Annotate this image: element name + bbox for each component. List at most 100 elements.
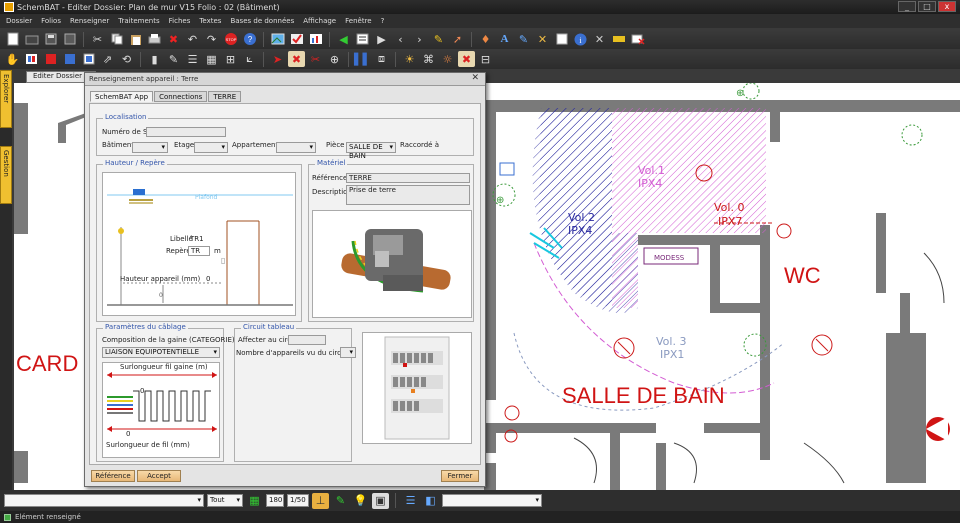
erase-icon[interactable] (629, 31, 646, 47)
tab-connections[interactable]: Connections (154, 91, 208, 102)
menu-dossier[interactable]: Dossier (6, 17, 32, 25)
paste-icon[interactable] (127, 31, 144, 47)
tab-schembat-app[interactable]: SchemBAT App (90, 91, 154, 102)
piece-select[interactable]: SALLE DE BAIN (346, 142, 396, 160)
split-icon[interactable]: ⊟ (477, 51, 494, 67)
camera-icon[interactable]: ▣ (372, 492, 389, 509)
gestion-tab[interactable]: Gestion (0, 146, 12, 204)
prev-icon[interactable]: ‹ (392, 31, 409, 47)
list-view-icon[interactable]: ☰ (184, 51, 201, 67)
menu-fenetre[interactable]: Fenêtre (345, 17, 371, 25)
affecter-field[interactable] (288, 335, 326, 345)
bulb-icon[interactable]: 💡 (352, 493, 369, 509)
chart-icon[interactable] (307, 31, 324, 47)
batiment-select[interactable] (132, 142, 168, 153)
split-icon[interactable]: ✖ (458, 51, 475, 67)
grid-toggle-icon[interactable]: ▦ (246, 493, 263, 509)
split-icon[interactable]: ☼ (439, 51, 456, 67)
cursor-icon[interactable]: ▮ (146, 51, 163, 67)
menu-affichage[interactable]: Affichage (303, 17, 336, 25)
module-icon[interactable] (80, 51, 97, 67)
save-icon[interactable] (42, 31, 59, 47)
scale-field[interactable]: 1/50 (287, 494, 309, 507)
zoom-field[interactable]: 180 (266, 494, 284, 507)
print-icon[interactable] (146, 31, 163, 47)
layer-combo[interactable] (4, 494, 204, 507)
palette-icon[interactable]: ◧ (422, 493, 439, 509)
filter-combo[interactable]: Tout (207, 494, 243, 507)
menu-folios[interactable]: Folios (41, 17, 61, 25)
etage-select[interactable] (194, 142, 228, 153)
align-icon[interactable]: ⊥ (312, 492, 329, 509)
help-icon[interactable]: ? (241, 31, 258, 47)
nombre-select[interactable] (340, 347, 356, 358)
image-icon[interactable] (269, 31, 286, 47)
book-icon[interactable] (42, 51, 59, 67)
table-icon[interactable]: ⊞ (222, 51, 239, 67)
info-icon[interactable]: i (572, 31, 589, 47)
menu-fiches[interactable]: Fiches (169, 17, 191, 25)
description-field[interactable]: Prise de terre (346, 185, 470, 205)
split-icon[interactable]: ☀ (401, 51, 418, 67)
save-all-icon[interactable] (61, 31, 78, 47)
tool-icon[interactable]: ✎ (430, 31, 447, 47)
menu-bases[interactable]: Bases de données (230, 17, 294, 25)
flag-icon[interactable]: ▌▌ (354, 51, 371, 67)
clear-icon[interactable]: ⧈ (373, 51, 390, 67)
grid-icon[interactable]: ▦ (203, 51, 220, 67)
reference-button[interactable]: Référence (91, 470, 135, 482)
cross-icon[interactable]: ✕ (591, 31, 608, 47)
accept-button[interactable]: Accept (137, 470, 181, 482)
arrow-icon[interactable]: ➚ (449, 31, 466, 47)
pointer-icon[interactable]: ⇗ (99, 51, 116, 67)
tools-icon[interactable]: ✕ (534, 31, 551, 47)
cut-icon[interactable]: ✂ (89, 31, 106, 47)
numero-field[interactable] (146, 127, 226, 137)
menu-help[interactable]: ? (381, 17, 385, 25)
repere-field[interactable]: TR (188, 246, 210, 256)
menu-traitements[interactable]: Traitements (118, 17, 159, 25)
frame-icon[interactable] (553, 31, 570, 47)
rotate-icon[interactable]: ⟲ (118, 51, 135, 67)
menu-textes[interactable]: Textes (199, 17, 221, 25)
bookmark-icon[interactable] (61, 51, 78, 67)
pencil-icon[interactable]: ✎ (332, 493, 349, 509)
next-icon[interactable]: › (411, 31, 428, 47)
new-icon[interactable] (4, 31, 21, 47)
edit-icon[interactable]: ✎ (515, 31, 532, 47)
delete-icon[interactable]: ✖ (165, 31, 182, 47)
list-icon[interactable] (354, 31, 371, 47)
composition-select[interactable]: LIAISON EQUIPOTENTIELLE (102, 347, 220, 358)
tab-terre[interactable]: TERRE (208, 91, 242, 102)
stop-icon[interactable]: STOP (222, 31, 239, 47)
first-icon[interactable]: ◀ (335, 31, 352, 47)
fermer-button[interactable]: Fermer (441, 470, 479, 482)
open-icon[interactable] (23, 31, 40, 47)
ruler-icon[interactable] (610, 31, 627, 47)
minimize-button[interactable]: _ (898, 1, 916, 12)
bar-icon[interactable]: ➤ (269, 51, 286, 67)
measure-icon[interactable]: ⟀ (241, 51, 258, 67)
menu-renseigner[interactable]: Renseigner (70, 17, 109, 25)
mark-icon[interactable]: ✖ (288, 51, 305, 67)
redo-icon[interactable]: ↷ (203, 31, 220, 47)
last-icon[interactable]: ▶ (373, 31, 390, 47)
check-icon[interactable] (288, 31, 305, 47)
select-icon[interactable]: ✂ (307, 51, 324, 67)
draw-icon[interactable]: ✎ (165, 51, 182, 67)
close-button[interactable]: x (938, 1, 956, 12)
wire-icon[interactable]: ⊕ (326, 51, 343, 67)
undo-icon[interactable]: ↶ (184, 31, 201, 47)
appartement-select[interactable] (276, 142, 316, 153)
hand-icon[interactable]: ✋ (4, 51, 21, 67)
explorer-tab[interactable]: Explorer (0, 70, 12, 128)
layers-icon[interactable] (23, 51, 40, 67)
reference-field[interactable]: TERRE (346, 173, 470, 183)
object-combo[interactable] (442, 494, 542, 507)
maximize-button[interactable]: □ (918, 1, 936, 12)
copy-icon[interactable] (108, 31, 125, 47)
split-icon[interactable]: ⌘ (420, 51, 437, 67)
text-icon[interactable]: A (496, 31, 513, 47)
layers-stack-icon[interactable]: ☰ (402, 493, 419, 509)
symbol-icon[interactable]: ♦ (477, 31, 494, 47)
